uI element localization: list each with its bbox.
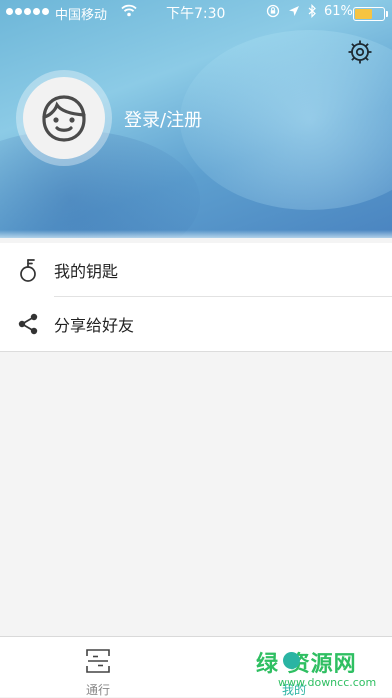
scan-icon [86, 649, 110, 673]
menu-item-my-keys[interactable]: 我的钥匙 [0, 243, 392, 297]
settings-button[interactable] [346, 38, 374, 66]
avatar[interactable] [23, 77, 105, 159]
watermark-main: 绿 资源网 [256, 652, 357, 677]
location-icon [289, 6, 299, 16]
key-icon [20, 259, 36, 282]
tab-label: 通行 [85, 683, 110, 697]
tab-pass[interactable]: 通行 [0, 637, 196, 697]
battery-percent: 61% [324, 4, 353, 19]
menu-item-label: 我的钥匙 [54, 262, 119, 281]
signal-strength-icon [6, 8, 49, 15]
wifi-icon [121, 4, 137, 21]
user-avatar-icon [42, 95, 86, 142]
header-bottom-fade [0, 230, 392, 238]
bluetooth-icon [308, 4, 316, 18]
status-bar: 中国移动 下午7:30 61% [0, 0, 392, 24]
share-icon [18, 313, 38, 335]
menu-item-share[interactable]: 分享给好友 [0, 297, 392, 351]
carrier-name: 中国移动 [55, 8, 108, 23]
orientation-lock-icon [266, 4, 280, 18]
menu-bottom-border [0, 351, 392, 352]
login-register-link[interactable]: 登录/注册 [124, 106, 202, 132]
status-time: 下午7:30 [166, 6, 226, 22]
battery-fill [355, 9, 372, 19]
status-icons [266, 4, 317, 18]
watermark: 绿 资源网 www.downcc.com [256, 646, 386, 696]
watermark-logo-dot [283, 652, 300, 669]
battery-icon [353, 7, 388, 21]
watermark-url: www.downcc.com [278, 676, 377, 689]
gear-icon [348, 40, 372, 64]
menu-item-label: 分享给好友 [54, 316, 135, 335]
menu-list: 我的钥匙 分享给好友 [0, 243, 392, 352]
